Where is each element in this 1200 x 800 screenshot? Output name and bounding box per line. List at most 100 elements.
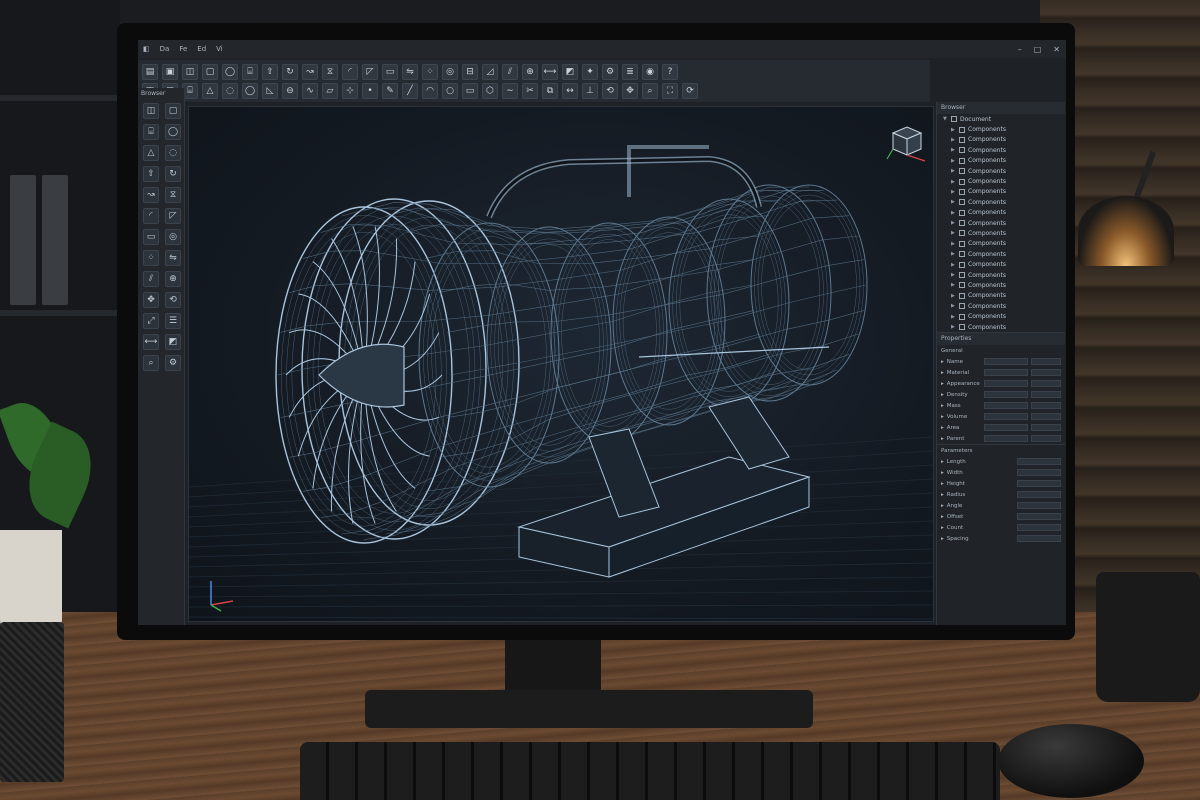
tree-item[interactable]: ▶ Components (937, 208, 1065, 218)
chevron-right-icon[interactable]: ▶ (951, 272, 959, 278)
expand-icon[interactable]: ▸ (941, 470, 944, 476)
fit-icon[interactable]: ⛶ (662, 83, 678, 99)
refresh-icon[interactable]: ⟳ (682, 83, 698, 99)
chevron-right-icon[interactable]: ▶ (951, 262, 959, 268)
fillet-icon[interactable]: ◜ (143, 208, 159, 224)
line-icon[interactable]: ╱ (402, 83, 418, 99)
tree-root[interactable]: ▼ Document (937, 114, 1065, 124)
measure-icon[interactable]: ⟷ (542, 64, 558, 80)
tree-item[interactable]: ▶ Components (937, 176, 1065, 186)
expand-icon[interactable]: ▸ (941, 403, 944, 409)
box-icon[interactable]: ▢ (202, 64, 218, 80)
pattern-icon[interactable]: ⁘ (143, 250, 159, 266)
tree-item[interactable]: ▶ Components (937, 156, 1065, 166)
chevron-right-icon[interactable]: ▶ (951, 220, 959, 226)
loft-icon[interactable]: ⧖ (165, 187, 181, 203)
split-icon[interactable]: ⫽ (502, 64, 518, 80)
sphere-icon[interactable]: ◯ (242, 83, 258, 99)
property-value-field[interactable] (1031, 413, 1061, 421)
cylinder-icon[interactable]: ⌸ (242, 64, 258, 80)
chevron-right-icon[interactable]: ▶ (951, 127, 959, 133)
chamfer-icon[interactable]: ◸ (362, 64, 378, 80)
save-icon[interactable]: ▣ (162, 64, 178, 80)
parameter-value-field[interactable] (1017, 502, 1061, 510)
cube-icon[interactable]: ◫ (182, 64, 198, 80)
coil-icon[interactable]: ∿ (302, 83, 318, 99)
offset-icon[interactable]: ⧉ (542, 83, 558, 99)
chevron-right-icon[interactable]: ▶ (951, 324, 959, 330)
pan-icon[interactable]: ✥ (622, 83, 638, 99)
property-value-field[interactable] (984, 413, 1028, 421)
property-value-field[interactable] (984, 402, 1028, 410)
rib-icon[interactable]: ⊟ (462, 64, 478, 80)
spline-icon[interactable]: ∼ (502, 83, 518, 99)
parameter-value-field[interactable] (1017, 535, 1061, 543)
property-value-field[interactable] (1031, 358, 1061, 366)
render-icon[interactable]: ✦ (582, 64, 598, 80)
pipe-icon[interactable]: ⊖ (282, 83, 298, 99)
arc-icon[interactable]: ◠ (422, 83, 438, 99)
maximize-icon[interactable]: □ (1034, 45, 1042, 54)
extrude-icon[interactable]: ⇧ (143, 166, 159, 182)
expand-icon[interactable]: ▸ (941, 492, 944, 498)
chevron-right-icon[interactable]: ▶ (951, 251, 959, 257)
property-value-field[interactable] (1031, 391, 1061, 399)
loft-icon[interactable]: ⧖ (322, 64, 338, 80)
3d-viewport[interactable] (188, 106, 934, 622)
expand-icon[interactable]: ▸ (941, 436, 944, 442)
close-icon[interactable]: ✕ (1053, 45, 1060, 54)
rotate-icon[interactable]: ⟲ (165, 292, 181, 308)
property-value-field[interactable] (984, 369, 1028, 377)
chevron-right-icon[interactable]: ▶ (951, 137, 959, 143)
inspect-icon[interactable]: ⌕ (143, 355, 159, 371)
parameter-value-field[interactable] (1017, 458, 1061, 466)
mirror-icon[interactable]: ⇋ (402, 64, 418, 80)
wedge-icon[interactable]: ◺ (262, 83, 278, 99)
property-value-field[interactable] (1031, 424, 1061, 432)
menu-item[interactable]: Vi (211, 45, 228, 53)
tree-item[interactable]: ▶ Components (937, 197, 1065, 207)
tree-item[interactable]: ▶ Components (937, 239, 1065, 249)
menu-item[interactable]: Ed (192, 45, 211, 53)
property-value-field[interactable] (984, 391, 1028, 399)
tree-item[interactable]: ▶ Components (937, 218, 1065, 228)
fillet-icon[interactable]: ◜ (342, 64, 358, 80)
parameter-value-field[interactable] (1017, 469, 1061, 477)
draft-icon[interactable]: ◿ (482, 64, 498, 80)
parameter-value-field[interactable] (1017, 491, 1061, 499)
open-icon[interactable]: ▤ (142, 64, 158, 80)
expand-icon[interactable]: ▸ (941, 425, 944, 431)
point-icon[interactable]: • (362, 83, 378, 99)
chamfer-icon[interactable]: ◸ (165, 208, 181, 224)
parameter-value-field[interactable] (1017, 524, 1061, 532)
tree-item[interactable]: ▶ Components (937, 166, 1065, 176)
property-value-field[interactable] (984, 380, 1028, 388)
chevron-right-icon[interactable]: ▶ (951, 147, 959, 153)
combine-icon[interactable]: ⊕ (522, 64, 538, 80)
sphere-icon[interactable]: ◯ (222, 64, 238, 80)
chevron-right-icon[interactable]: ▶ (951, 230, 959, 236)
chevron-right-icon[interactable]: ▶ (951, 241, 959, 247)
layers-icon[interactable]: ≣ (622, 64, 638, 80)
chevron-right-icon[interactable]: ▶ (951, 210, 959, 216)
tree-item[interactable]: ▶ Components (937, 291, 1065, 301)
move-icon[interactable]: ✥ (143, 292, 159, 308)
chevron-down-icon[interactable]: ▼ (943, 116, 951, 122)
sketch-icon[interactable]: ✎ (382, 83, 398, 99)
align-icon[interactable]: ☰ (165, 313, 181, 329)
expand-icon[interactable]: ▸ (941, 459, 944, 465)
expand-icon[interactable]: ▸ (941, 359, 944, 365)
shell-icon[interactable]: ▭ (143, 229, 159, 245)
tree-item[interactable]: ▶ Components (937, 249, 1065, 259)
mirror-icon[interactable]: ⇋ (165, 250, 181, 266)
tree-item[interactable]: ▶ Components (937, 187, 1065, 197)
chevron-right-icon[interactable]: ▶ (951, 189, 959, 195)
cone-icon[interactable]: △ (202, 83, 218, 99)
menu-item[interactable]: Da (155, 45, 175, 53)
expand-icon[interactable]: ▸ (941, 525, 944, 531)
split-icon[interactable]: ⫽ (143, 271, 159, 287)
combine-icon[interactable]: ⊕ (165, 271, 181, 287)
expand-icon[interactable]: ▸ (941, 370, 944, 376)
property-value-field[interactable] (1031, 402, 1061, 410)
shell-icon[interactable]: ▭ (382, 64, 398, 80)
